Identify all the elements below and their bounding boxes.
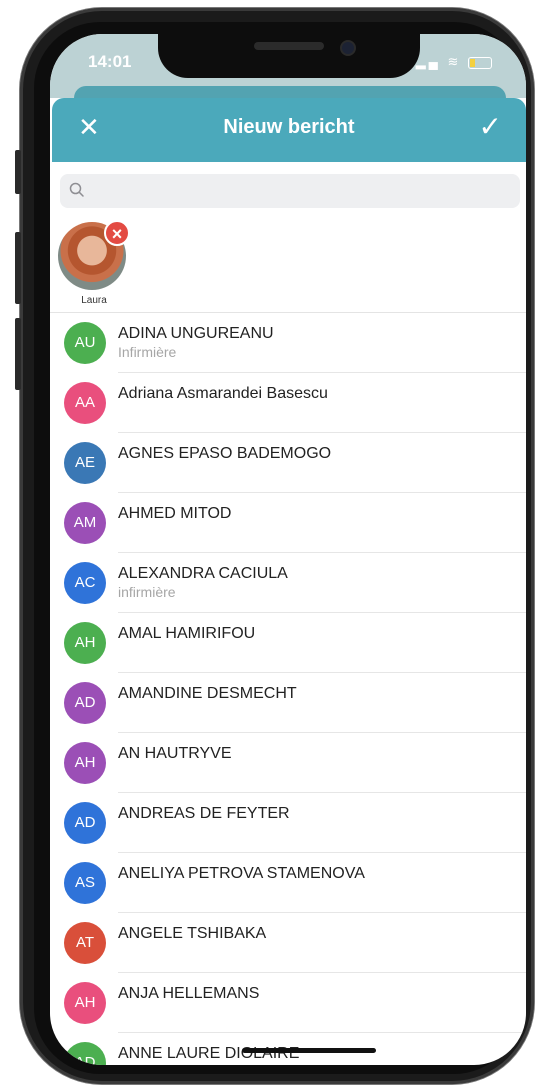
contact-avatar: AD [64, 1042, 106, 1065]
wifi-icon: ≋ [447, 54, 462, 69]
list-item[interactable]: AD ANDREAS DE FEYTER [50, 793, 526, 853]
recipient-label: Laura [81, 295, 107, 306]
contact-role: infirmière [118, 584, 176, 600]
list-item[interactable]: AU ADINA UNGUREANU Infirmière [50, 313, 526, 373]
mute-switch [15, 150, 21, 194]
contact-avatar: AT [64, 922, 106, 964]
contact-avatar: AH [64, 742, 106, 784]
contact-avatar: AD [64, 682, 106, 724]
contact-avatar: AM [64, 502, 106, 544]
contact-avatar: AH [64, 622, 106, 664]
list-item[interactable]: AH AMAL HAMIRIFOU [50, 613, 526, 673]
notch [158, 34, 420, 78]
contact-name: AMAL HAMIRIFOU [118, 625, 256, 642]
contact-role: Infirmière [118, 344, 177, 360]
list-item[interactable]: AA Adriana Asmarandei Basescu [50, 373, 526, 433]
contact-name: AGNES EPASO BADEMOGO [118, 445, 332, 462]
search-icon [69, 182, 84, 197]
list-item[interactable]: AH AN HAUTRYVE [50, 733, 526, 793]
status-time: 14:01 [88, 52, 132, 71]
contact-name: ADINA UNGUREANU [118, 325, 274, 342]
list-item[interactable]: AD AMANDINE DESMECHT [50, 673, 526, 733]
recipient-chip[interactable]: × Laura [58, 220, 130, 306]
remove-recipient-button[interactable]: × [104, 220, 130, 246]
volume-down-button [15, 318, 21, 390]
contact-name: ALEXANDRA CACIULA [118, 565, 288, 582]
contact-avatar: AE [64, 442, 106, 484]
list-item[interactable]: AT ANGELE TSHIBAKA [50, 913, 526, 973]
modal-header: ✕ Nieuw bericht ✓ [52, 98, 526, 162]
front-camera [340, 40, 356, 56]
selected-recipients: × Laura [50, 216, 526, 312]
home-indicator [242, 1048, 376, 1053]
contact-name: ANELIYA PETROVA STAMENOVA [118, 865, 365, 882]
signal-icon: ▂▄ [415, 54, 441, 69]
contact-avatar: AH [64, 982, 106, 1024]
contact-name: ANDREAS DE FEYTER [118, 805, 290, 822]
contact-name: ANJA HELLEMANS [118, 985, 260, 1002]
search-input[interactable] [94, 180, 508, 204]
contact-list: AU ADINA UNGUREANU Infirmière AA Adriana Asm… [50, 312, 526, 1065]
search-bar[interactable] [60, 174, 520, 208]
page-title: Nieuw bericht [223, 116, 355, 138]
contact-avatar: AS [64, 862, 106, 904]
list-item[interactable]: AH ANJA HELLEMANS [50, 973, 526, 1033]
volume-up-button [15, 232, 21, 304]
list-item[interactable]: AS ANELIYA PETROVA STAMENOVA [50, 853, 526, 913]
list-item[interactable]: AE AGNES EPASO BADEMOGO [50, 433, 526, 493]
list-item[interactable]: AM AHMED MITOD [50, 493, 526, 553]
contact-avatar: AD [64, 802, 106, 844]
contact-name: AMANDINE DESMECHT [118, 685, 297, 702]
contact-avatar: AA [64, 382, 106, 424]
contact-name: ANGELE TSHIBAKA [118, 925, 267, 942]
contact-name: Adriana Asmarandei Basescu [118, 385, 328, 402]
contact-name: AN HAUTRYVE [118, 745, 232, 762]
contact-avatar: AU [64, 322, 106, 364]
contact-avatar: AC [64, 562, 106, 604]
contact-name: AHMED MITOD [118, 505, 232, 522]
confirm-check-button[interactable]: ✓ [479, 110, 502, 143]
battery-icon [468, 56, 492, 69]
status-icons: ▂▄ ≋ [416, 54, 492, 70]
list-item[interactable]: AC ALEXANDRA CACIULA infirmière [50, 553, 526, 613]
screen: 14:01 ▂▄ ≋ ✕ Nieuw bericht ✓ × Laura AU A… [50, 34, 526, 1065]
speaker-grille [254, 42, 324, 50]
